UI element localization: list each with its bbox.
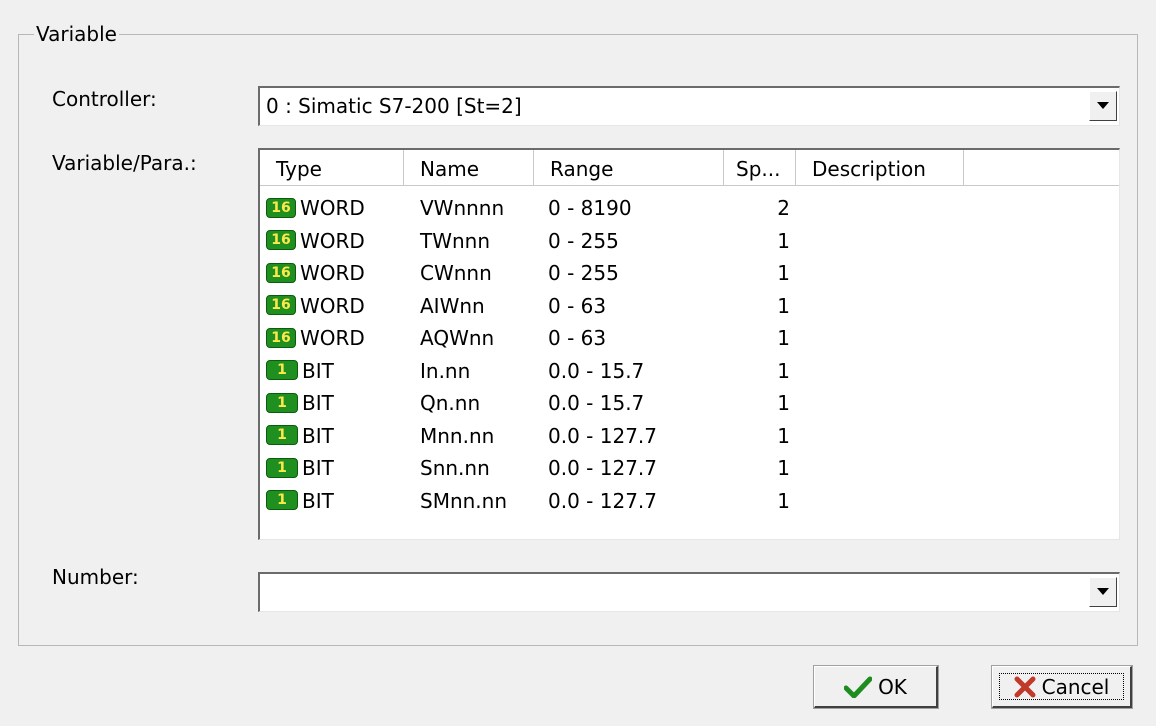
controller-value: 0 : Simatic S7-200 [St=2]	[266, 94, 522, 118]
type-cell: 16 WORD	[266, 257, 365, 289]
chevron-down-icon	[1097, 102, 1109, 109]
list-rows: 16 WORD VWnnnn 0 - 8190 2 16 WORD TWnnn 0 - 255 1…	[260, 192, 1119, 517]
type-cell: 1 BIT	[266, 452, 334, 484]
type-text: WORD	[300, 228, 365, 253]
bit-1-icon: 1	[266, 457, 298, 478]
variable-list[interactable]: Type Name Range Sp... Description 16 WORD…	[258, 148, 1120, 540]
table-row[interactable]: 16 WORD TWnnn 0 - 255 1	[260, 225, 1119, 258]
number-dropdown-button[interactable]	[1089, 577, 1117, 607]
controller-label: Controller:	[52, 87, 157, 111]
table-row[interactable]: 1 BIT Mnn.nn 0.0 - 127.7 1	[260, 420, 1119, 453]
name-cell: Snn.nn	[420, 456, 490, 480]
name-cell: Mnn.nn	[420, 423, 495, 448]
type-cell: 1 BIT	[266, 355, 334, 387]
name-cell: VWnnnn	[420, 196, 505, 220]
table-row[interactable]: 1 BIT SMnn.nn 0.0 - 127.7 1	[260, 485, 1119, 518]
column-header-description[interactable]: Description	[796, 150, 964, 186]
word-16-icon: 16	[266, 327, 296, 348]
controller-combobox[interactable]: 0 : Simatic S7-200 [St=2]	[258, 86, 1120, 126]
controller-dropdown-button[interactable]	[1089, 91, 1117, 121]
column-header-filler	[964, 150, 1119, 186]
type-cell: 1 BIT	[266, 485, 334, 517]
number-label: Number:	[52, 565, 139, 589]
size-cell: 1	[777, 488, 790, 513]
column-header-name[interactable]: Name	[404, 150, 534, 186]
size-cell: 1	[777, 326, 790, 350]
range-cell: 0 - 255	[548, 261, 619, 285]
word-16-icon: 16	[266, 197, 296, 218]
type-cell: 16 WORD	[266, 225, 365, 257]
size-cell: 2	[777, 196, 790, 220]
number-combobox[interactable]	[258, 572, 1120, 612]
range-cell: 0 - 63	[548, 326, 607, 350]
type-text: BIT	[302, 488, 334, 513]
type-text: BIT	[302, 391, 334, 415]
type-cell: 16 WORD	[266, 290, 365, 322]
name-cell: AQWnn	[420, 326, 495, 350]
chevron-down-icon	[1097, 588, 1109, 595]
name-cell: Qn.nn	[420, 391, 481, 415]
range-cell: 0 - 8190	[548, 196, 632, 220]
size-cell: 1	[777, 456, 790, 480]
column-header-type[interactable]: Type	[260, 150, 404, 186]
ok-button-label: OK	[878, 674, 907, 699]
size-cell: 1	[777, 423, 790, 448]
type-text: BIT	[302, 358, 334, 383]
type-text: WORD	[300, 196, 365, 220]
type-text: WORD	[300, 261, 365, 285]
name-cell: AIWnn	[420, 293, 485, 318]
range-cell: 0.0 - 127.7	[548, 488, 657, 513]
size-cell: 1	[777, 261, 790, 285]
name-cell: SMnn.nn	[420, 488, 508, 513]
name-cell: TWnnn	[420, 228, 491, 253]
bit-1-icon: 1	[266, 392, 298, 413]
type-text: BIT	[302, 423, 334, 448]
ok-button[interactable]: OK	[813, 665, 939, 709]
type-text: WORD	[300, 293, 365, 318]
type-cell: 16 WORD	[266, 192, 365, 224]
name-cell: In.nn	[420, 358, 471, 383]
cancel-button-label: Cancel	[1041, 674, 1110, 699]
range-cell: 0.0 - 15.7	[548, 358, 645, 383]
table-row[interactable]: 1 BIT In.nn 0.0 - 15.7 1	[260, 355, 1119, 388]
table-row[interactable]: 16 WORD CWnnn 0 - 255 1	[260, 257, 1119, 290]
bit-1-icon: 1	[266, 490, 298, 510]
table-row[interactable]: 16 WORD AIWnn 0 - 63 1	[260, 290, 1119, 323]
type-cell: 1 BIT	[266, 387, 334, 419]
range-cell: 0 - 63	[548, 293, 607, 318]
x-icon	[1014, 676, 1036, 697]
range-cell: 0.0 - 127.7	[548, 456, 657, 480]
list-header: Type Name Range Sp... Description	[260, 150, 1119, 186]
type-cell: 16 WORD	[266, 322, 365, 354]
group-title: Variable	[34, 22, 119, 46]
word-16-icon: 16	[266, 262, 296, 283]
type-cell: 1 BIT	[266, 420, 334, 452]
type-text: WORD	[300, 326, 365, 350]
size-cell: 1	[777, 391, 790, 415]
column-header-size[interactable]: Sp...	[724, 150, 796, 186]
checkmark-icon	[844, 676, 873, 698]
column-header-range[interactable]: Range	[534, 150, 724, 186]
name-cell: CWnnn	[420, 261, 492, 285]
range-cell: 0.0 - 127.7	[548, 423, 657, 448]
size-cell: 1	[777, 358, 790, 383]
table-row[interactable]: 1 BIT Snn.nn 0.0 - 127.7 1	[260, 452, 1119, 485]
bit-1-icon: 1	[266, 360, 298, 380]
range-cell: 0 - 255	[548, 228, 619, 253]
word-16-icon: 16	[266, 295, 296, 315]
type-text: BIT	[302, 456, 334, 480]
size-cell: 1	[777, 293, 790, 318]
table-row[interactable]: 1 BIT Qn.nn 0.0 - 15.7 1	[260, 387, 1119, 420]
table-row[interactable]: 16 WORD AQWnn 0 - 63 1	[260, 322, 1119, 355]
range-cell: 0.0 - 15.7	[548, 391, 645, 415]
word-16-icon: 16	[266, 230, 296, 250]
size-cell: 1	[777, 228, 790, 253]
variable-label: Variable/Para.:	[52, 151, 197, 175]
table-row[interactable]: 16 WORD VWnnnn 0 - 8190 2	[260, 192, 1119, 225]
bit-1-icon: 1	[266, 425, 298, 445]
cancel-button[interactable]: Cancel	[991, 665, 1133, 709]
